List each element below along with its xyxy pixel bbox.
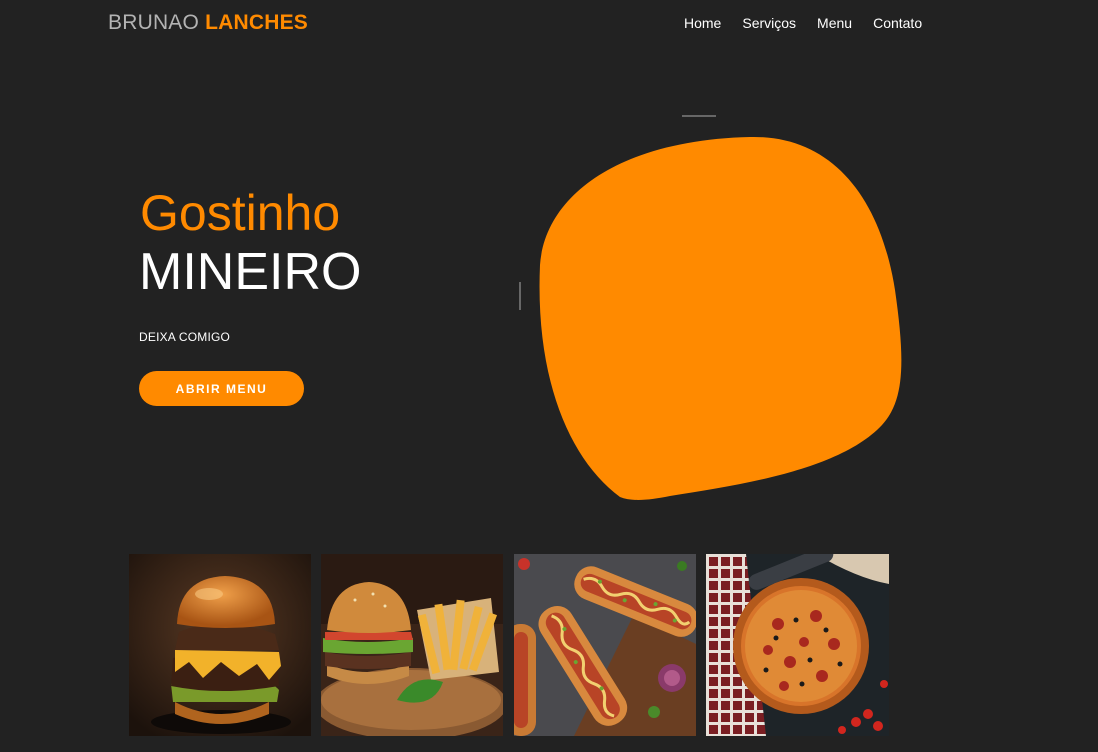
pizza-image	[706, 554, 889, 736]
hotdog-image	[514, 554, 696, 736]
gallery-item-burger[interactable]	[129, 554, 311, 736]
main-nav: Home Serviços Menu Contato	[684, 15, 943, 31]
logo-text-lanches: LANCHES	[205, 11, 308, 34]
hero-blob-shape	[510, 110, 910, 510]
gallery-item-burger-fries[interactable]	[321, 554, 503, 736]
gallery-item-hotdog[interactable]	[514, 554, 696, 736]
burger-fries-image	[321, 554, 503, 736]
hero-title-mineiro: MINEIRO	[139, 243, 362, 301]
site-logo[interactable]: BRUNAO LANCHES	[108, 11, 308, 35]
nav-link-menu[interactable]: Menu	[817, 15, 852, 31]
open-menu-button[interactable]: ABRIR MENU	[139, 371, 304, 406]
nav-link-home[interactable]: Home	[684, 15, 721, 31]
nav-link-servicos[interactable]: Serviços	[742, 15, 796, 31]
burger-image	[129, 554, 311, 736]
nav-link-contato[interactable]: Contato	[873, 15, 922, 31]
hero-subtitle: DEIXA COMIGO	[139, 330, 231, 344]
gallery-item-pizza[interactable]	[706, 554, 889, 736]
food-gallery	[0, 554, 1098, 736]
hero-title-gostinho: Gostinho	[140, 185, 341, 241]
logo-text-brunao: BRUNAO	[108, 11, 200, 34]
